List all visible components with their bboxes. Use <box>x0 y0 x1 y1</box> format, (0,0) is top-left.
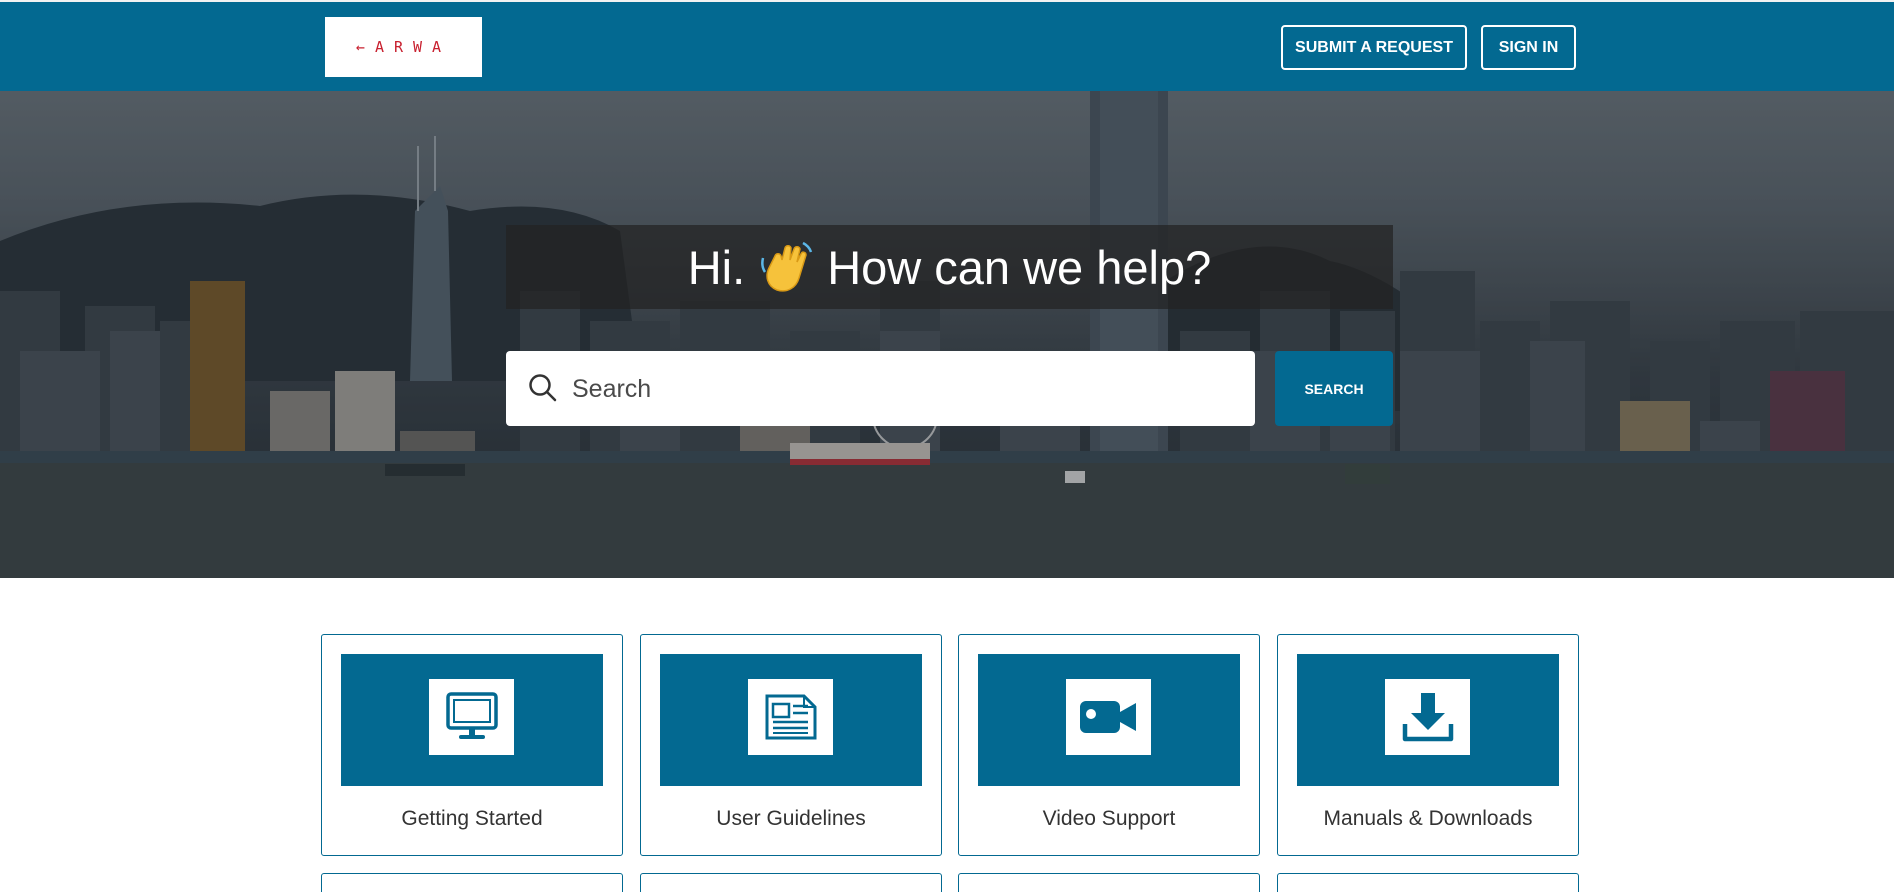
category-card-user-guidelines[interactable]: User Guidelines <box>640 634 942 856</box>
card-banner <box>341 654 603 786</box>
category-card-partial[interactable] <box>321 873 623 892</box>
category-card-getting-started[interactable]: Getting Started <box>321 634 623 856</box>
search-button[interactable]: SEARCH <box>1275 351 1393 426</box>
hero-banner: Hi. How can we help? SEARCH <box>0 91 1894 578</box>
hero-greeting: Hi. <box>687 240 746 294</box>
search-bar <box>506 351 1255 426</box>
hero-title-box: Hi. How can we help? <box>506 225 1393 309</box>
category-card-partial[interactable] <box>640 873 942 892</box>
download-icon <box>1385 679 1470 755</box>
desktop-monitor-icon <box>429 679 514 755</box>
video-camera-icon <box>1066 679 1151 755</box>
hero-heading: Hi. How can we help? <box>688 240 1212 295</box>
card-banner <box>1297 654 1559 786</box>
card-label: Manuals & Downloads <box>1323 807 1533 830</box>
waving-hand-icon <box>759 240 813 294</box>
card-banner <box>978 654 1240 786</box>
search-icon <box>528 373 558 403</box>
category-card-video-support[interactable]: Video Support <box>958 634 1260 856</box>
sign-in-button[interactable]: SIGN IN <box>1481 25 1576 70</box>
hero-overlay <box>0 91 1894 578</box>
card-banner <box>660 654 922 786</box>
hero-question: How can we help? <box>827 240 1212 294</box>
card-label: Video Support <box>1042 807 1176 830</box>
arwa-logo[interactable]: ←ARWA <box>325 17 482 77</box>
category-card-partial[interactable] <box>1277 873 1579 892</box>
category-card-partial[interactable] <box>958 873 1260 892</box>
category-card-manuals-downloads[interactable]: Manuals & Downloads <box>1277 634 1579 856</box>
top-navigation-bar: ←ARWA SUBMIT A REQUEST SIGN IN <box>0 0 1894 91</box>
card-label: Getting Started <box>401 807 543 830</box>
submit-request-button[interactable]: SUBMIT A REQUEST <box>1281 25 1467 70</box>
search-input[interactable] <box>572 365 1232 413</box>
newspaper-document-icon <box>748 679 833 755</box>
card-label: User Guidelines <box>716 807 866 830</box>
